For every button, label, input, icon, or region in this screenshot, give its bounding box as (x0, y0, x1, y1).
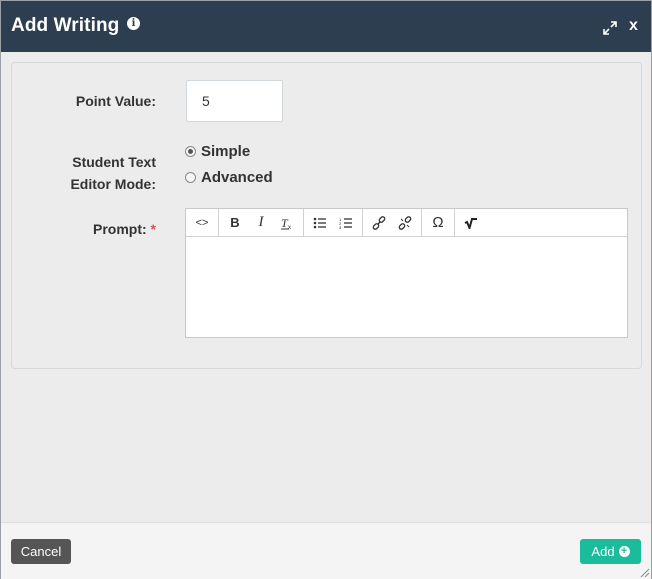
editor-toolbar: <> B I T x 1 2 3 Ω (186, 209, 627, 237)
prompt-editor-content[interactable] (186, 237, 627, 337)
toolbar-group-format: B I T x (219, 209, 304, 236)
add-writing-dialog: Add Writing i x Point Value: Student Tex… (0, 0, 652, 579)
info-icon[interactable]: i (127, 17, 140, 30)
toolbar-group-source: <> (186, 209, 219, 236)
mode-option-advanced[interactable]: Advanced (185, 169, 273, 186)
source-code-button[interactable]: <> (189, 212, 215, 234)
resize-handle-icon[interactable] (638, 566, 650, 578)
add-button-label: Add (591, 544, 615, 559)
svg-text:x: x (288, 225, 291, 230)
dialog-footer: Cancel Add + (1, 522, 651, 579)
advanced-radio[interactable] (185, 172, 196, 183)
numbered-list-button[interactable]: 1 2 3 (333, 212, 359, 234)
close-button[interactable]: x (629, 17, 638, 35)
expand-icon[interactable] (603, 21, 617, 35)
toolbar-group-math (455, 209, 487, 236)
bulleted-list-button[interactable] (307, 212, 333, 234)
mode-option-simple[interactable]: Simple (185, 143, 250, 160)
link-button[interactable] (366, 212, 392, 234)
unlink-button[interactable] (392, 212, 418, 234)
bold-button[interactable]: B (222, 212, 248, 234)
link-icon (372, 215, 386, 230)
dialog-title: Add Writing (11, 15, 120, 36)
bulleted-list-icon (313, 217, 326, 228)
svg-text:3: 3 (339, 225, 342, 229)
prompt-label-text: Prompt: (92, 221, 147, 237)
special-character-button[interactable]: Ω (425, 212, 451, 234)
add-button[interactable]: Add + (580, 539, 641, 564)
toolbar-group-links (363, 209, 422, 236)
italic-button[interactable]: I (248, 212, 274, 234)
plus-circle-icon: + (618, 546, 630, 557)
prompt-label: Prompt: * (62, 221, 156, 237)
editor-mode-label-line2: Editor Mode: (70, 176, 156, 192)
math-equation-button[interactable] (458, 212, 484, 234)
dialog-titlebar[interactable]: Add Writing i x (1, 1, 651, 52)
unlink-icon (398, 215, 412, 230)
simple-radio-label: Simple (201, 143, 251, 160)
clear-format-button[interactable]: T x (274, 212, 300, 234)
simple-radio[interactable] (185, 146, 196, 157)
numbered-list-icon: 1 2 3 (339, 217, 352, 229)
editor-mode-label: Student Text Editor Mode: (52, 151, 156, 195)
required-marker: * (150, 221, 156, 237)
toolbar-group-special: Ω (422, 209, 455, 236)
cancel-button[interactable]: Cancel (11, 539, 71, 564)
advanced-radio-label: Advanced (201, 169, 273, 186)
clear-format-icon: T x (281, 216, 291, 230)
form-panel: Point Value: Student Text Editor Mode: S… (11, 62, 642, 369)
point-value-label: Point Value: (75, 93, 156, 109)
toolbar-group-lists: 1 2 3 (304, 209, 363, 236)
editor-mode-label-line1: Student Text (72, 154, 156, 170)
square-root-icon (464, 217, 477, 229)
point-value-input[interactable] (186, 80, 283, 122)
prompt-rich-text-editor: <> B I T x 1 2 3 Ω (185, 208, 628, 338)
